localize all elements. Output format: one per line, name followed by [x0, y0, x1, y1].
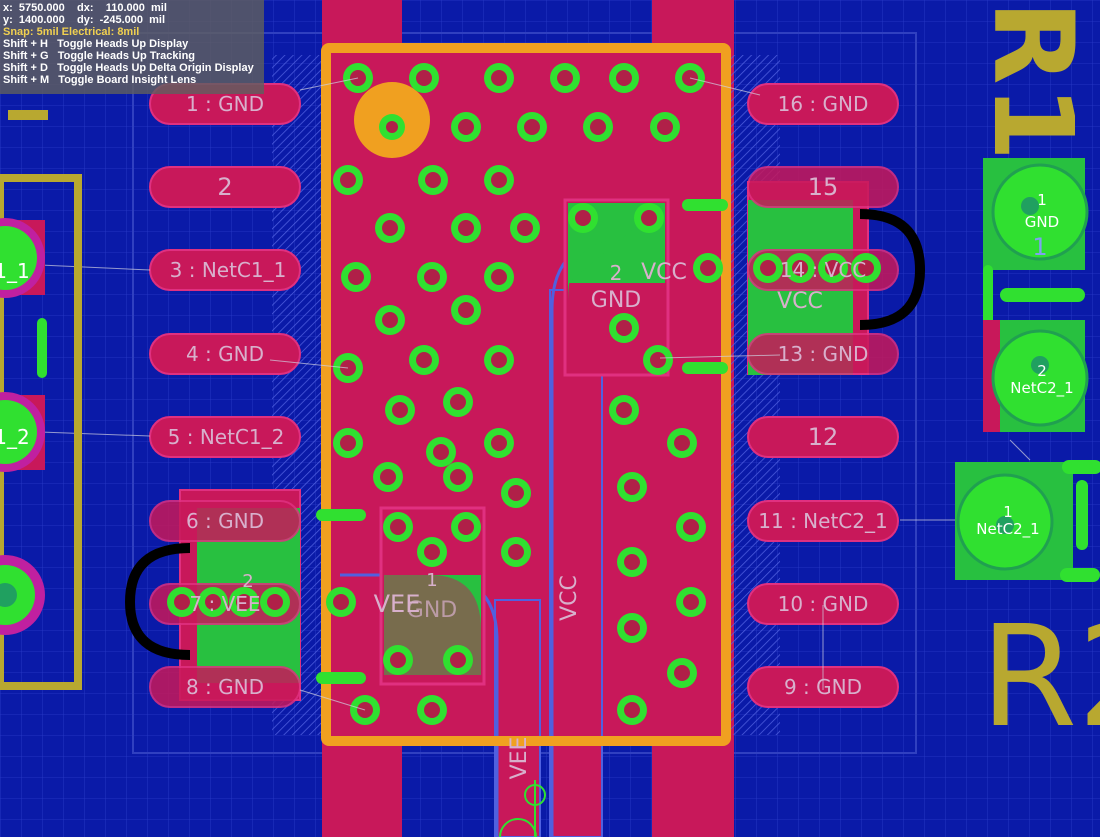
pad-label-left-3: 3 : NetC1_1: [170, 258, 287, 282]
via-hole: [450, 394, 466, 410]
via-hole: [590, 119, 606, 135]
via-hole: [524, 119, 540, 135]
via-hole: [348, 269, 364, 285]
via-hole: [491, 352, 507, 368]
via-hole: [657, 119, 673, 135]
side-label-right-mid-net: NetC2_1: [1010, 379, 1073, 398]
via-hole: [683, 519, 699, 535]
side-label-right-top-ghost: 1: [1032, 233, 1047, 261]
via-hole: [641, 210, 657, 226]
hud-shortcut-d: Shift + D Toggle Heads Up Delta Origin D…: [3, 62, 254, 74]
via-hole: [616, 402, 632, 418]
pad-label-left-1: 1 : GND: [186, 92, 264, 116]
via-hole: [491, 70, 507, 86]
net-label-vee-vertical: VEE: [507, 737, 532, 780]
via-hole: [508, 485, 524, 501]
via-hole: [517, 220, 533, 236]
side-label-left-top: 1_1: [0, 259, 30, 283]
hud-coord-x: x: 5750.000 dx: 110.000 mil: [3, 2, 167, 14]
side-label-right-top-net: GND: [1025, 213, 1059, 231]
pad-label-left-6: 6 : GND: [186, 509, 264, 533]
trace-vee-vertical: [494, 599, 541, 837]
pad-label-right-11: 11 : NetC2_1: [758, 509, 887, 533]
pad-label-right-10: 10 : GND: [778, 592, 869, 616]
via-hole: [392, 402, 408, 418]
via-hole: [650, 352, 666, 368]
heads-up-display: x: 5750.000 dx: 110.000 mil y: 1400.000 …: [0, 0, 264, 94]
pad-label-left-4: 4 : GND: [186, 342, 264, 366]
hud-shortcut-m: Shift + M Toggle Board Insight Lens: [3, 74, 197, 86]
via-hole: [382, 312, 398, 328]
via-hole: [458, 220, 474, 236]
via-hole: [624, 479, 640, 495]
cap-left-number: 2: [242, 571, 253, 592]
cap-top-number: 2: [610, 261, 623, 285]
hud-coord-y: y: 1400.000 dy: -245.000 mil: [3, 14, 166, 26]
via-hole: [458, 519, 474, 535]
via-hole: [575, 210, 591, 226]
net-label-vcc-vertical: VCC: [557, 575, 582, 621]
side-label-left-bottom: 1_2: [0, 425, 30, 449]
via-hole: [616, 320, 632, 336]
via-hole: [624, 620, 640, 636]
via-hole: [424, 702, 440, 718]
via-hole: [390, 652, 406, 668]
pad-label-left-7: 7 : VEE: [189, 592, 260, 616]
pad-label-right-12: 12: [808, 423, 839, 451]
via-hole: [557, 70, 573, 86]
pad-label-right-13: 13 : GND: [778, 342, 869, 366]
via-hole: [491, 435, 507, 451]
pad-label-right-9: 9 : GND: [784, 675, 862, 699]
via-hole: [424, 544, 440, 560]
net-label-gnd-center: GND: [407, 598, 457, 623]
via-hole: [683, 594, 699, 610]
via-hole: [624, 554, 640, 570]
pad-label-left-8: 8 : GND: [186, 675, 264, 699]
via-hole: [491, 269, 507, 285]
side-label-right-mid-num: 2: [1037, 362, 1047, 380]
hatch-right: [730, 55, 780, 735]
hud-shortcut-g: Shift + G Toggle Heads Up Tracking: [3, 50, 196, 62]
pad-label-right-14: 14 : VCC: [780, 258, 867, 282]
via-hole: [491, 172, 507, 188]
via-hole: [624, 702, 640, 718]
net-label-gnd-top: GND: [591, 288, 641, 313]
via-hole: [340, 172, 356, 188]
side-label-right-low-net: NetC2_1: [976, 520, 1039, 539]
via-hole: [450, 652, 466, 668]
net-label-vcc-top: VCC: [641, 260, 687, 285]
side-label-right-low-num: 1: [1003, 503, 1013, 521]
via-hole: [416, 352, 432, 368]
pad-label-right-16: 16 : GND: [778, 92, 869, 116]
via-hole: [616, 70, 632, 86]
pad-label-left-2: 2: [217, 173, 232, 201]
via-hole: [340, 435, 356, 451]
via-hole: [450, 469, 466, 485]
hud-shortcut-h: Shift + H Toggle Heads Up Display: [3, 38, 189, 50]
pad-label-right-15: 15: [808, 173, 839, 201]
via-hole: [458, 119, 474, 135]
via-hole: [382, 220, 398, 236]
via-hole: [433, 444, 449, 460]
hud-snap-info: Snap: 5mil Electrical: 8mil: [3, 26, 140, 38]
cap-center-number: 1: [426, 570, 437, 591]
via-hole: [416, 70, 432, 86]
pcb-canvas[interactable]: R1 R2 1 : GND 2 3 : NetC1_1 4 : GND 5 : …: [0, 0, 1100, 837]
via-hole: [508, 544, 524, 560]
via-hole: [458, 302, 474, 318]
side-label-right-top-num: 1: [1037, 191, 1047, 209]
designator-r2: R2: [980, 596, 1100, 759]
via-hole: [674, 665, 690, 681]
via-hole: [390, 519, 406, 535]
pad-label-left-5: 5 : NetC1_2: [168, 425, 285, 449]
via-hole: [425, 172, 441, 188]
via-hole: [424, 269, 440, 285]
via-hole: [380, 469, 396, 485]
via-hole: [674, 435, 690, 451]
designator-r1: R1: [969, 0, 1097, 161]
net-label-vcc-right: VCC: [777, 289, 823, 314]
